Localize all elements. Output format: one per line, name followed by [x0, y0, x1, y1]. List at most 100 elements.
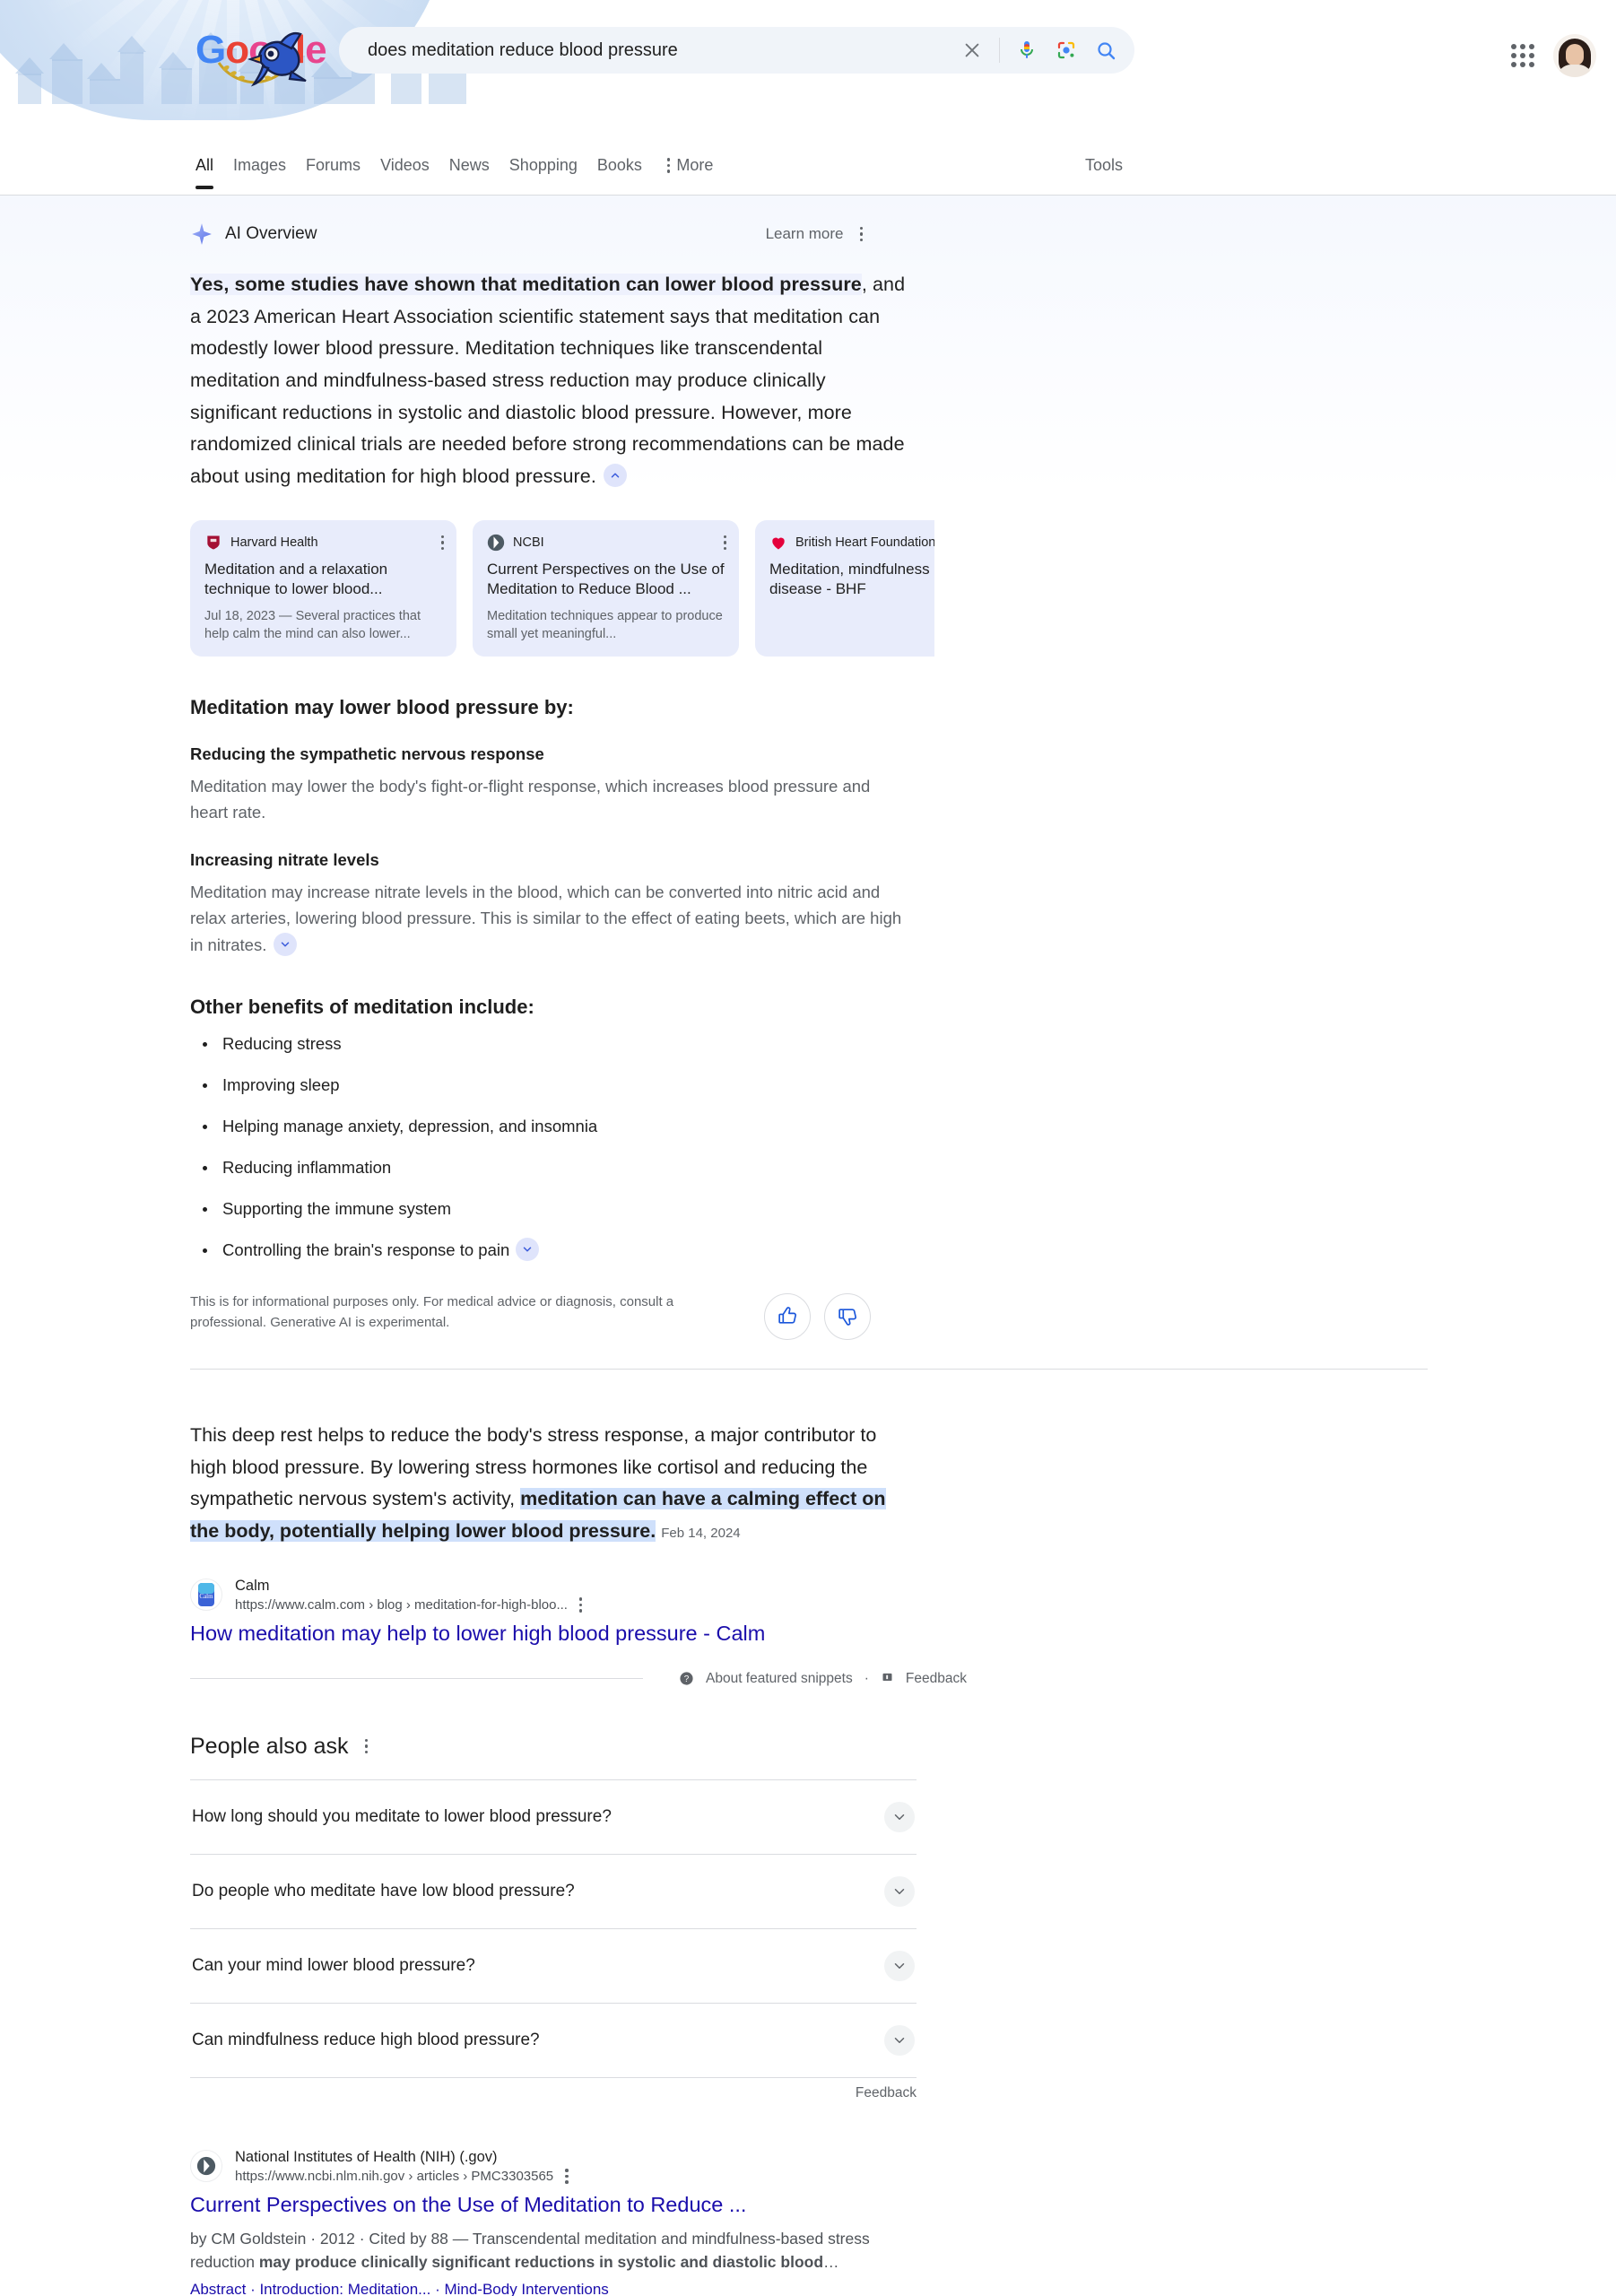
google-apps-button[interactable]	[1508, 41, 1537, 70]
url-text: https://www.calm.com › blog › meditation…	[235, 1597, 568, 1613]
paa-expand-button[interactable]	[884, 2024, 915, 2056]
card-title: Meditation and a relaxation technique to…	[204, 560, 388, 598]
more-vertical-icon[interactable]	[859, 226, 863, 242]
about-featured-snippets-link[interactable]: About featured snippets	[706, 1671, 853, 1687]
snippet-feedback-link[interactable]: Feedback	[906, 1671, 967, 1687]
nih-icon	[196, 2156, 216, 2175]
ai-overview-benefits-list: Reducing stress Improving sleep Helping ma…	[190, 1033, 1616, 1263]
benefit-item: Supporting the immune system	[190, 1198, 1616, 1221]
ai-source-card[interactable]: Harvard Health Meditation and a relaxatio…	[190, 519, 456, 657]
clear-search-button[interactable]	[952, 30, 992, 70]
more-vertical-icon[interactable]	[578, 1597, 583, 1613]
dot	[859, 238, 863, 242]
card-title: Current Perspectives on the Use of Medit…	[487, 560, 725, 598]
chevron-down-icon	[281, 942, 289, 947]
doodle-bird-icon	[247, 31, 307, 87]
nav-more-button[interactable]: More	[662, 151, 713, 189]
lens-search-button[interactable]	[1047, 30, 1086, 70]
paa-feedback-link[interactable]: Feedback	[190, 2085, 917, 2101]
ai-subsection-body: Meditation may increase nitrate levels i…	[190, 883, 902, 954]
chevron-down-icon	[894, 2037, 905, 2043]
chevron-down-icon	[894, 1962, 905, 1969]
harvard-shield-icon	[207, 535, 220, 550]
card-header: Harvard Health	[204, 534, 442, 552]
nav-tab-news[interactable]: News	[449, 151, 509, 189]
doodle-ray	[230, 0, 423, 16]
benefit-label: Improving sleep	[222, 1074, 340, 1094]
paa-question-text: How long should you meditate to lower bl…	[192, 1806, 612, 1826]
tools-button[interactable]: Tools	[1085, 156, 1123, 175]
harvard-shield-icon	[204, 534, 222, 552]
page-header: Google	[0, 0, 1616, 151]
expand-button[interactable]	[273, 932, 297, 956]
doodle-building	[314, 77, 352, 104]
paa-question-row[interactable]: Can mindfulness reduce high blood pressu…	[190, 2002, 917, 2078]
search-icon	[1098, 42, 1116, 60]
more-vertical-icon[interactable]	[723, 535, 726, 551]
result-sitelinks[interactable]: Abstract · Introduction: Meditation... ·…	[190, 2281, 1428, 2296]
nav-tab-forums[interactable]: Forums	[306, 151, 380, 189]
search-input[interactable]	[339, 39, 952, 61]
source-url: https://www.calm.com › blog › meditation…	[235, 1597, 583, 1613]
thumbs-up-button[interactable]	[764, 1292, 811, 1340]
ai-overview-panel: AI Overview Learn more Yes, some studies…	[0, 196, 1616, 1370]
featured-snippet-title-link[interactable]: How meditation may help to lower high bl…	[190, 1620, 917, 1648]
ai-disclaimer-text: This is for informational purposes only.…	[190, 1293, 674, 1331]
paa-expand-button[interactable]	[884, 1875, 915, 1907]
paa-expand-button[interactable]	[884, 1801, 915, 1832]
more-vertical-icon[interactable]	[565, 2169, 569, 2184]
account-avatar[interactable]	[1553, 34, 1596, 77]
submit-search-button[interactable]	[1086, 30, 1125, 70]
more-vertical-icon[interactable]	[440, 535, 444, 551]
search-result: National Institutes of Health (NIH) (.go…	[190, 2148, 1428, 2296]
paa-question-row[interactable]: How long should you meditate to lower bl…	[190, 1779, 917, 1854]
ai-sparkle-icon	[192, 223, 212, 245]
ai-overview-title: AI Overview	[225, 224, 317, 243]
nih-icon	[190, 2149, 222, 2182]
doodle-building	[161, 68, 192, 104]
more-vertical-icon[interactable]	[364, 1738, 369, 1754]
nav-tab-videos[interactable]: Videos	[380, 151, 449, 189]
paa-question-text: Do people who meditate have low blood pr…	[192, 1881, 575, 1900]
nav-tab-images[interactable]: Images	[233, 151, 306, 189]
expand-button[interactable]	[516, 1237, 540, 1261]
doodle-roof	[87, 63, 116, 79]
paa-question-row[interactable]: Can your mind lower blood pressure?	[190, 1927, 917, 2003]
ai-source-card[interactable]: British Heart Foundation Meditation, mind…	[755, 519, 934, 657]
search-filter-navbar: All Images Forums Videos News Shopping Books Mo…	[0, 151, 1616, 196]
result-site-name: National Institutes of Health (NIH) (.go…	[235, 2148, 498, 2165]
paa-question-row[interactable]: Do people who meditate have low blood pr…	[190, 1853, 917, 1928]
ncbi-icon	[487, 534, 505, 552]
footer-links: ? About featured snippets · Feedback	[679, 1671, 967, 1687]
result-source[interactable]: National Institutes of Health (NIH) (.go…	[190, 2148, 1428, 2184]
dot	[578, 1603, 583, 1607]
paa-expand-button[interactable]	[884, 1950, 915, 1981]
source-lines: National Institutes of Health (NIH) (.go…	[235, 2148, 569, 2184]
doodle-building	[120, 52, 143, 104]
ai-overview-footer: This is for informational purposes only.…	[190, 1292, 1428, 1340]
chevron-down-icon	[894, 1813, 905, 1820]
ai-overview-body-rest: , and a 2023 American Heart Association …	[190, 274, 906, 488]
doodle-roof	[117, 36, 146, 52]
bhf-heart-icon	[769, 534, 787, 552]
nav-tab-books[interactable]: Books	[597, 151, 662, 189]
ai-overview-subsections: Reducing the sympathetic nervous respons…	[190, 744, 1616, 958]
nav-tab-all[interactable]: All	[195, 151, 233, 189]
footer-separator: ·	[864, 1670, 869, 1686]
apps-dot	[1511, 44, 1516, 49]
collapse-summary-button[interactable]	[603, 464, 627, 488]
thumbs-down-button[interactable]	[824, 1292, 871, 1340]
nav-tab-shopping[interactable]: Shopping	[509, 151, 597, 189]
ai-subsection-body: Meditation may lower the body's fight-or…	[190, 776, 871, 822]
ai-subsection-text: Meditation may lower the body's fight-or…	[190, 773, 908, 825]
voice-search-button[interactable]	[1007, 30, 1047, 70]
benefit-item: Reducing stress	[190, 1033, 1616, 1056]
source-site-name: Calm	[235, 1577, 270, 1594]
featured-snippet-text: This deep rest helps to reduce the body'…	[190, 1420, 917, 1548]
ai-overview-benefits-heading: Other benefits of meditation include:	[190, 995, 534, 1018]
ai-source-card[interactable]: NCBI Current Perspectives on the Use of M…	[473, 519, 739, 657]
learn-more-link[interactable]: Learn more	[766, 225, 844, 243]
result-title-link[interactable]: Current Perspectives on the Use of Medit…	[190, 2191, 1428, 2219]
featured-snippet-source[interactable]: Calm Calm https://www.calm.com › blog › …	[190, 1577, 917, 1613]
search-bar[interactable]	[339, 27, 1134, 74]
